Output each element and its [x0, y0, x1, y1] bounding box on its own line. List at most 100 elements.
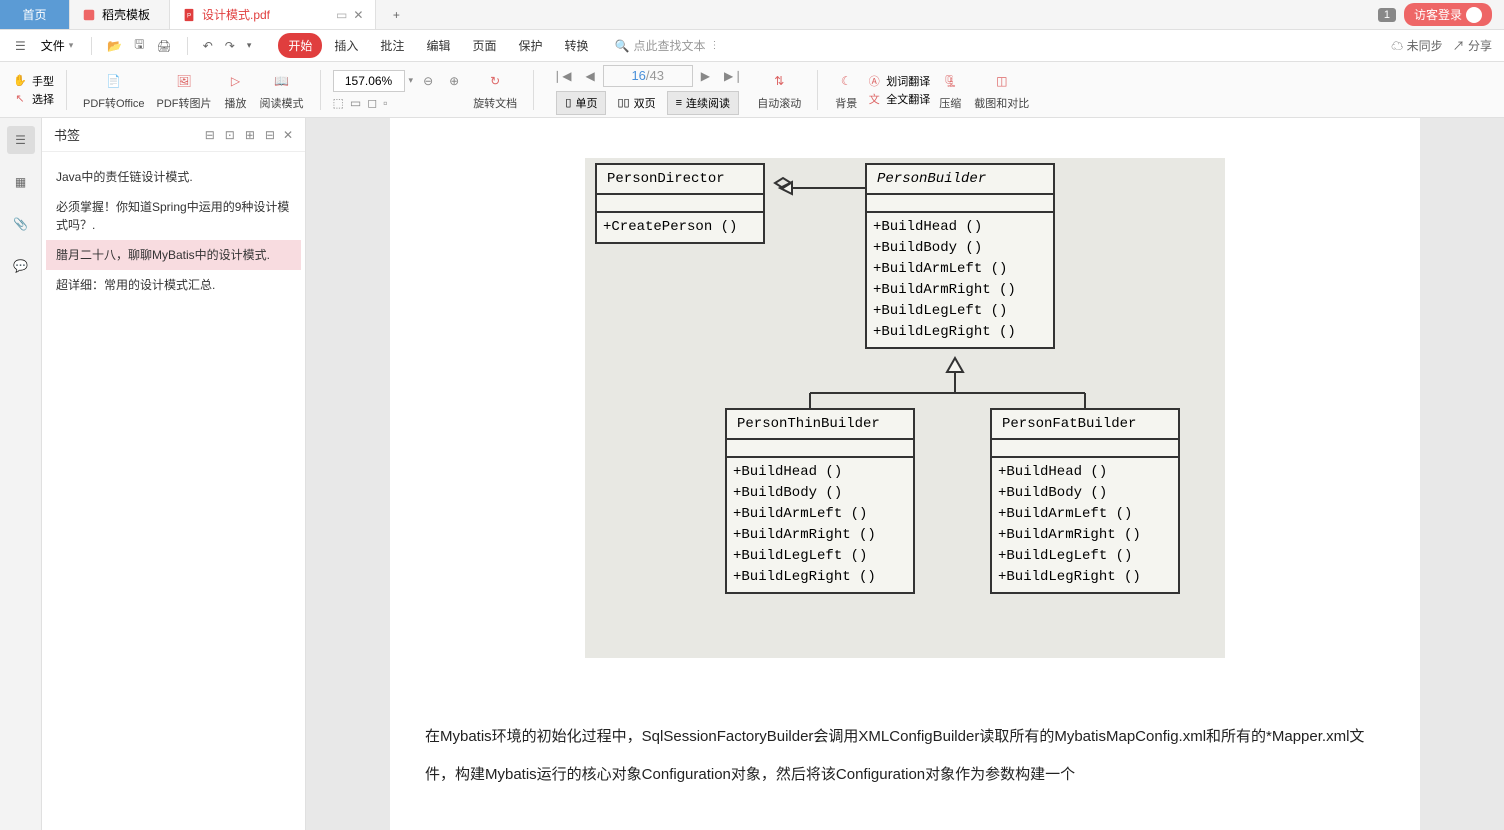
open-icon[interactable]: 📂 [104, 36, 125, 56]
menu-tab-annotate[interactable]: 批注 [370, 33, 414, 58]
share-button[interactable]: ↗ 分享 [1453, 37, 1492, 54]
tab-document[interactable]: P 设计模式.pdf ▭ ✕ [170, 0, 376, 29]
menu-tab-insert[interactable]: 插入 [324, 33, 368, 58]
redo-icon[interactable]: ↷ [222, 36, 238, 56]
underline-icon: Ⓐ [866, 73, 882, 89]
background-button[interactable]: ☾背景 [830, 67, 862, 113]
menu-tab-protect[interactable]: 保护 [508, 33, 552, 58]
file-menu[interactable]: 文件▾ [35, 34, 80, 57]
continuous-button[interactable]: ≡连续阅读 [667, 91, 739, 115]
prev-page-icon[interactable]: ◀ [579, 69, 600, 83]
fit-visible-icon[interactable]: ▫ [383, 96, 387, 110]
uml-title: PersonDirector [597, 165, 763, 195]
screenshot-button[interactable]: ◫截图和对比 [970, 67, 1033, 113]
zoom-input[interactable] [333, 70, 405, 92]
tab-home[interactable]: 首页 [0, 0, 70, 29]
sidebar-thumbnail-icon[interactable]: ▦ [7, 168, 35, 196]
fit-width-icon[interactable]: ⬚ [333, 96, 344, 110]
uml-method: +BuildLegLeft () [998, 546, 1172, 567]
last-page-icon[interactable]: ▶❘ [718, 69, 749, 83]
uml-method: +BuildLegRight () [873, 322, 1047, 343]
dropdown-icon[interactable]: ▾ [244, 37, 255, 54]
undo-icon[interactable]: ↶ [200, 36, 216, 56]
tab-close-icon[interactable]: ✕ [353, 8, 363, 22]
single-page-button[interactable]: ▯单页 [556, 91, 606, 115]
next-page-icon[interactable]: ▶ [695, 69, 716, 83]
menu-tab-page[interactable]: 页面 [462, 33, 506, 58]
bm-add-icon[interactable]: ⊞ [245, 128, 255, 142]
double-page-button[interactable]: ▯▯双页 [608, 91, 664, 115]
compress-button[interactable]: 🗜压缩 [934, 67, 966, 113]
tab-bar: 首页 稻壳模板 P 设计模式.pdf ▭ ✕ + 1 访客登录 [0, 0, 1504, 30]
bookmark-item[interactable]: 腊月二十八，聊聊MyBatis中的设计模式. [46, 240, 301, 270]
print-icon[interactable]: 🖨 [154, 36, 175, 56]
uml-method: +BuildLegRight () [733, 567, 907, 588]
select-tool[interactable]: ↖选择 [12, 91, 54, 107]
fit-page-icon[interactable]: ▭ [350, 96, 361, 110]
arrow-icon: ↖ [12, 91, 28, 107]
uml-method: +BuildBody () [733, 483, 907, 504]
bookmark-item[interactable]: 必须掌握！你知道Spring中运用的9种设计模式吗？. [46, 192, 301, 240]
uml-title: PersonThinBuilder [727, 410, 913, 440]
bm-del-icon[interactable]: ⊟ [265, 128, 275, 142]
icon-sidebar: ☰ ▦ 📎 💬 [0, 118, 42, 830]
menu-tab-convert[interactable]: 转换 [554, 33, 598, 58]
uml-title: PersonFatBuilder [992, 410, 1178, 440]
hand-tool[interactable]: ✋手型 [12, 73, 54, 89]
first-page-icon[interactable]: ❘◀ [546, 69, 577, 83]
pdf-page: PersonDirector +CreatePerson () PersonBu… [390, 118, 1420, 830]
sidebar-attachment-icon[interactable]: 📎 [7, 210, 35, 238]
compare-icon: ◫ [990, 69, 1014, 93]
sync-status[interactable]: ☁ 未同步 [1391, 37, 1442, 54]
uml-method: +BuildBody () [998, 483, 1172, 504]
login-button[interactable]: 访客登录 [1404, 3, 1492, 26]
tab-template-label: 稻壳模板 [102, 6, 150, 23]
single-page-icon: ▯ [565, 96, 571, 109]
search-input[interactable]: 🔍 点此查找文本 ⋮ [615, 37, 720, 54]
actual-size-icon[interactable]: ◻ [367, 96, 377, 110]
bookmark-list: Java中的责任链设计模式. 必须掌握！你知道Spring中运用的9种设计模式吗… [42, 152, 305, 310]
svg-text:P: P [187, 12, 191, 19]
bookmark-item[interactable]: 超详细：常用的设计模式汇总. [46, 270, 301, 300]
uml-method: +BuildBody () [873, 238, 1047, 259]
save-icon[interactable]: 🖫 [131, 32, 147, 59]
menu-tab-edit[interactable]: 编辑 [416, 33, 460, 58]
bookmark-item[interactable]: Java中的责任链设计模式. [46, 162, 301, 192]
bm-expand-icon[interactable]: ⊟ [205, 128, 215, 142]
tab-add-button[interactable]: + [376, 0, 416, 29]
sidebar-comment-icon[interactable]: 💬 [7, 252, 35, 280]
search-icon: 🔍 [615, 39, 630, 53]
moon-icon: ☾ [834, 69, 858, 93]
word-translate-button[interactable]: Ⓐ划词翻译 [866, 73, 930, 89]
uml-method: +BuildHead () [873, 217, 1047, 238]
menu-tab-start[interactable]: 开始 [278, 33, 322, 58]
pdf-to-image-button[interactable]: 🖼PDF转图片 [153, 67, 216, 113]
play-button[interactable]: ▷播放 [220, 67, 252, 113]
autoscroll-button[interactable]: ⇅自动滚动 [753, 67, 805, 113]
uml-title: PersonBuilder [867, 165, 1053, 195]
notification-badge[interactable]: 1 [1378, 8, 1396, 22]
pdf-to-office-button[interactable]: 📄PDF转Office [79, 67, 149, 113]
uml-method: +BuildLegRight () [998, 567, 1172, 588]
bookmark-close-icon[interactable]: ✕ [283, 128, 293, 142]
compress-icon: 🗜 [938, 69, 962, 93]
tab-menu-icon[interactable]: ▭ [336, 8, 347, 22]
tab-template[interactable]: 稻壳模板 [70, 0, 170, 29]
hamburger-icon[interactable]: ☰ [12, 36, 29, 56]
bm-collapse-icon[interactable]: ⊡ [225, 128, 235, 142]
sidebar-outline-icon[interactable]: ☰ [7, 126, 35, 154]
double-page-icon: ▯▯ [617, 96, 629, 109]
document-viewport[interactable]: PersonDirector +CreatePerson () PersonBu… [306, 118, 1504, 830]
read-mode-button[interactable]: 📖阅读模式 [256, 67, 308, 113]
fulltext-translate-button[interactable]: 文全文翻译 [866, 91, 930, 107]
zoom-out-icon[interactable]: ⊖ [417, 74, 439, 88]
toolbar: ✋手型 ↖选择 📄PDF转Office 🖼PDF转图片 ▷播放 📖阅读模式 ▾ … [0, 62, 1504, 118]
zoom-in-icon[interactable]: ⊕ [443, 74, 465, 88]
uml-method: +BuildArmLeft () [873, 259, 1047, 280]
uml-class-director: PersonDirector +CreatePerson () [595, 163, 765, 244]
zoom-dropdown-icon[interactable]: ▾ [409, 75, 414, 86]
rotate-button[interactable]: ↻旋转文档 [469, 67, 521, 113]
page-input[interactable]: 16/43 [603, 65, 693, 87]
scroll-icon: ⇅ [767, 69, 791, 93]
hand-icon: ✋ [12, 73, 28, 89]
